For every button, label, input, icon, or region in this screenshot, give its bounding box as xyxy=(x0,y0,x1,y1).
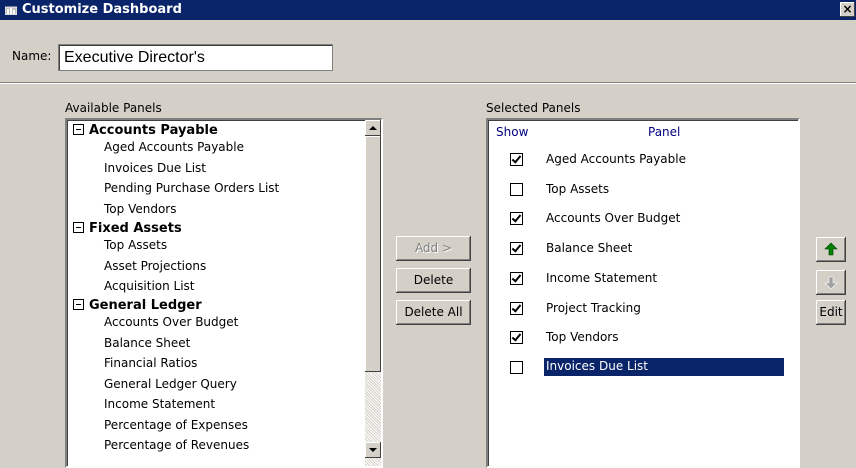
dashboard-icon xyxy=(5,6,17,15)
list-item[interactable]: Aged Accounts Payable xyxy=(488,150,798,170)
collapse-icon[interactable] xyxy=(73,299,84,310)
tree-item[interactable]: Aged Accounts Payable xyxy=(104,140,244,154)
list-item[interactable]: Top Assets xyxy=(488,180,798,200)
window-title: Customize Dashboard xyxy=(22,2,182,17)
show-checkbox[interactable] xyxy=(510,153,523,166)
tree-item[interactable]: Percentage of Revenues xyxy=(104,438,249,452)
close-icon: × xyxy=(842,2,853,16)
selected-panels-list[interactable]: Show Panel Aged Accounts Payable Top Asse… xyxy=(486,118,800,468)
show-checkbox[interactable] xyxy=(510,301,523,315)
show-checkbox[interactable] xyxy=(510,331,523,345)
panel-label: Income Statement xyxy=(546,270,658,285)
tree-group-header[interactable]: General Ledger xyxy=(73,298,202,313)
delete-all-button[interactable]: Delete All xyxy=(396,300,471,325)
collapse-icon[interactable] xyxy=(73,222,84,233)
tree-group-label: Accounts Payable xyxy=(89,123,218,138)
tree-group-header[interactable]: Fixed Assets xyxy=(73,221,182,236)
tree-item[interactable]: Top Assets xyxy=(104,238,167,252)
edit-button[interactable]: Edit xyxy=(816,300,846,325)
tree-item[interactable]: Income Statement xyxy=(104,397,215,411)
selected-panels-label: Selected Panels xyxy=(486,101,581,115)
show-checkbox[interactable] xyxy=(510,360,523,374)
tree-scrollbar[interactable] xyxy=(365,120,381,466)
triangle-down-icon xyxy=(369,448,377,452)
separator xyxy=(0,82,856,84)
show-checkbox[interactable] xyxy=(510,242,523,256)
tree-item[interactable]: Balance Sheet xyxy=(104,336,190,350)
list-item[interactable]: Income Statement xyxy=(488,269,798,289)
close-button[interactable]: × xyxy=(840,2,855,17)
list-item[interactable]: Top Vendors xyxy=(488,328,798,348)
list-item[interactable]: Balance Sheet xyxy=(488,239,798,259)
show-checkbox[interactable] xyxy=(510,212,523,226)
panel-label: Top Assets xyxy=(546,181,610,196)
column-header-panel[interactable]: Panel xyxy=(648,125,680,139)
scroll-thumb[interactable] xyxy=(365,136,381,372)
arrow-down-icon xyxy=(824,276,838,290)
list-item[interactable]: Invoices Due List xyxy=(488,357,798,378)
tree-item[interactable]: Accounts Over Budget xyxy=(104,315,238,329)
tree-item[interactable]: Asset Projections xyxy=(104,259,206,273)
tree-item[interactable]: Pending Purchase Orders List xyxy=(104,181,279,195)
column-header-show[interactable]: Show xyxy=(496,125,528,139)
available-panels-label: Available Panels xyxy=(65,101,162,115)
tree-item[interactable]: Acquisition List xyxy=(104,279,195,293)
tree-item[interactable]: Financial Ratios xyxy=(104,356,197,370)
show-checkbox[interactable] xyxy=(510,182,523,196)
panel-label: Accounts Over Budget xyxy=(546,211,681,226)
panel-label: Project Tracking xyxy=(546,300,641,315)
name-label: Name: xyxy=(12,49,52,63)
list-item[interactable]: Project Tracking xyxy=(488,299,798,319)
panel-label: Invoices Due List xyxy=(544,357,784,376)
triangle-up-icon xyxy=(369,126,377,130)
arrow-up-icon xyxy=(824,242,838,256)
list-item[interactable]: Accounts Over Budget xyxy=(488,209,798,229)
scroll-up-button[interactable] xyxy=(365,120,381,136)
available-panels-tree[interactable]: Accounts Payable Aged Accounts Payable Inv… xyxy=(65,118,383,468)
scroll-down-button[interactable] xyxy=(365,442,381,458)
move-down-button[interactable] xyxy=(816,270,846,295)
title-bar: Customize Dashboard × xyxy=(0,0,856,20)
collapse-icon[interactable] xyxy=(73,124,84,135)
panel-label: Aged Accounts Payable xyxy=(546,152,686,166)
tree-item[interactable]: Top Vendors xyxy=(104,202,176,216)
delete-button[interactable]: Delete xyxy=(396,268,471,293)
panel-label: Top Vendors xyxy=(546,330,619,345)
name-input[interactable]: Executive Director's xyxy=(58,44,333,71)
tree-item[interactable]: General Ledger Query xyxy=(104,377,237,391)
move-up-button[interactable] xyxy=(816,237,846,262)
tree-group-header[interactable]: Accounts Payable xyxy=(73,123,218,138)
tree-group-label: General Ledger xyxy=(89,298,202,313)
tree-item[interactable]: Percentage of Expenses xyxy=(104,418,248,432)
panel-label: Balance Sheet xyxy=(546,241,633,256)
add-button[interactable]: Add > xyxy=(396,236,471,261)
tree-item[interactable]: Invoices Due List xyxy=(104,161,206,175)
show-checkbox[interactable] xyxy=(510,271,523,285)
tree-group-label: Fixed Assets xyxy=(89,221,182,236)
